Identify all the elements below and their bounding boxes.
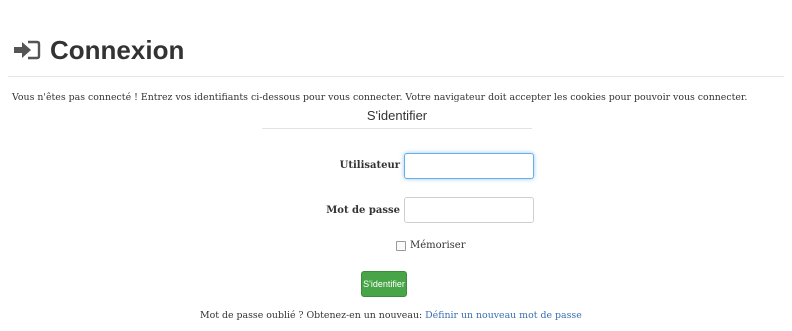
remember-checkbox[interactable]: [396, 240, 406, 251]
reset-password-link[interactable]: Définir un nouveau mot de passe: [425, 310, 582, 321]
form-title: S'identifier: [366, 108, 428, 123]
form-divider: [262, 128, 532, 129]
page-header: Connexion: [12, 30, 184, 70]
remember-me[interactable]: Mémoriser: [396, 240, 465, 251]
forgot-password: Mot de passe oublié ? Obtenez-en un nouv…: [200, 310, 582, 321]
intro-text: Vous n'êtes pas connecté ! Entrez vos id…: [12, 92, 748, 103]
username-label: Utilisateur: [339, 160, 400, 171]
page-title: Connexion: [50, 34, 185, 65]
password-input[interactable]: [404, 197, 534, 223]
title-divider: [8, 76, 784, 77]
forgot-password-text: Mot de passe oublié ? Obtenez-en un nouv…: [200, 310, 423, 321]
password-label: Mot de passe: [326, 205, 400, 216]
remember-label: Mémoriser: [410, 240, 466, 251]
sign-in-arrow-icon: [12, 38, 42, 62]
username-input[interactable]: [404, 153, 534, 179]
login-button[interactable]: S'identifier: [361, 271, 407, 297]
